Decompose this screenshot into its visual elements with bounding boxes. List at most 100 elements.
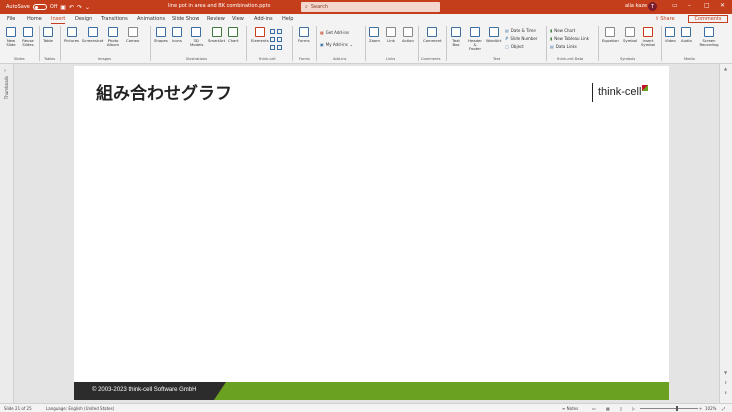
search-box[interactable]: ⌕ Search [301, 2, 440, 12]
date-time-button[interactable]: ▤ Date & Time [505, 28, 536, 33]
share-button[interactable]: ⇪ Share [655, 15, 687, 23]
pictures-button[interactable]: Pictures [64, 27, 79, 43]
think-cell-tool-1[interactable] [270, 29, 282, 34]
zoom-button[interactable]: Zoom [369, 27, 380, 43]
tab-file[interactable]: File [7, 16, 15, 22]
new-chart-button[interactable]: ▮ New Chart [550, 28, 575, 33]
think-cell-tool-3-icon [270, 37, 275, 42]
scroll-down-icon[interactable]: ▼ [724, 370, 727, 375]
slideshow-icon[interactable]: ▷ [632, 406, 635, 411]
minimize-icon[interactable]: – [688, 2, 691, 9]
equation-button[interactable]: Equation [602, 27, 619, 43]
reuse-slides-button[interactable]: Reuse Slides [20, 27, 36, 47]
screenshot-icon [87, 27, 98, 37]
icons-button[interactable]: Icons [172, 27, 182, 43]
symbol-button[interactable]: Symbol [623, 27, 637, 43]
zoom-slider[interactable] [640, 408, 698, 409]
tab-animations[interactable]: Animations [137, 16, 165, 22]
text-box-button[interactable]: Text Box [450, 27, 462, 47]
tab-insert[interactable]: Insert [51, 16, 66, 24]
elements-button[interactable]: Elements [251, 27, 269, 43]
audio-button[interactable]: Audio [681, 27, 692, 43]
wordart-button[interactable]: WordArt [486, 27, 501, 43]
action-button[interactable]: Action [402, 27, 414, 43]
comment-icon [427, 27, 438, 37]
data-links-button[interactable]: ▤ Data Links [550, 44, 577, 49]
header-footer-button[interactable]: Header & Footer [467, 27, 483, 51]
shapes-button[interactable]: Shapes [154, 27, 168, 43]
customize-qat-icon[interactable]: ⌄ [85, 4, 90, 11]
notes-toggle[interactable]: ≡ Notes [562, 406, 578, 411]
redo-icon[interactable]: ↷ [77, 4, 82, 11]
maximize-icon[interactable]: □ [704, 2, 710, 9]
3d-models-button[interactable]: 3D Models [190, 27, 204, 47]
tab-help[interactable]: Help [282, 16, 293, 22]
reading-view-icon[interactable]: ▯ [620, 406, 622, 411]
normal-view-icon[interactable]: ▭ [592, 406, 596, 411]
my-add-ins-button[interactable]: ▣ My Add-ins ⌄ [320, 42, 353, 47]
audio-label: Audio [681, 38, 692, 43]
cameo-button[interactable]: Cameo [126, 27, 139, 43]
new-tableau-link-label: New Tableau Link [554, 36, 589, 41]
object-button[interactable]: ▢ Object [505, 44, 524, 49]
avatar[interactable]: T [648, 2, 657, 11]
forms-label: Forms [298, 38, 310, 43]
footer-green-segment [214, 382, 669, 400]
slide[interactable]: 組み合わせグラフ think-cell © 2003-2023 think-ce… [74, 66, 669, 400]
video-button[interactable]: Video [665, 27, 676, 43]
3d-models-icon [191, 27, 201, 37]
language-status[interactable]: Language: English (United States) [46, 406, 114, 411]
new-slide-button[interactable]: New Slide [4, 27, 18, 47]
header-footer-label: Header & Footer [468, 38, 482, 51]
screenshot-button[interactable]: Screenshot [82, 27, 103, 43]
think-cell-tool-3[interactable] [270, 45, 282, 50]
insert-symbol-button[interactable]: Insert Symbol [641, 27, 655, 47]
object-label: Object [510, 44, 524, 49]
autosave-toggle[interactable] [32, 4, 47, 10]
link-button[interactable]: Link [386, 27, 396, 43]
tab-view[interactable]: View [232, 16, 244, 22]
expand-pane-icon[interactable]: › [4, 68, 6, 74]
user-name[interactable]: alia kaze [625, 3, 647, 9]
undo-icon[interactable]: ↶ [69, 4, 74, 11]
zoom-in-icon[interactable]: + [699, 406, 702, 411]
forms-button[interactable]: Forms [298, 27, 310, 43]
tab-transitions[interactable]: Transitions [101, 16, 128, 22]
icons-label: Icons [172, 38, 182, 43]
fit-slide-icon[interactable]: ⤢ [722, 406, 725, 411]
slide-title[interactable]: 組み合わせグラフ [96, 79, 232, 104]
save-icon[interactable]: ▣ [60, 4, 66, 11]
next-slide-icon[interactable]: ⇟ [724, 390, 727, 395]
tab-design[interactable]: Design [75, 16, 92, 22]
comment-button[interactable]: Comment [423, 27, 442, 43]
cameo-label: Cameo [126, 38, 140, 43]
zoom-level[interactable]: 102% [705, 406, 716, 411]
scroll-up-icon[interactable]: ▲ [724, 66, 727, 71]
tab-review[interactable]: Review [207, 16, 225, 22]
smartart-button[interactable]: SmartArt [208, 27, 225, 43]
3d-models-label: 3D Models [190, 38, 204, 47]
comments-button[interactable]: Comments [688, 15, 728, 23]
thumbnail-pane[interactable]: › Thumbnails [0, 64, 14, 403]
vertical-scrollbar[interactable]: ▲ ▼ ⇞ ⇟ [719, 64, 732, 403]
shapes-label: Shapes [154, 38, 168, 43]
ribbon-display-icon[interactable]: ▭ [672, 2, 678, 9]
tab-slide-show[interactable]: Slide Show [172, 16, 199, 22]
tab-add-ins[interactable]: Add-ins [254, 16, 273, 22]
photo-album-icon [108, 27, 118, 37]
my-add-ins-label: My Add-ins [325, 42, 348, 47]
table-button[interactable]: Table [43, 27, 53, 43]
table-label: Table [43, 38, 53, 43]
close-icon[interactable]: ✕ [720, 2, 725, 9]
previous-slide-icon[interactable]: ⇞ [724, 380, 727, 385]
slide-sorter-icon[interactable]: ▦ [606, 406, 610, 411]
get-add-ins-button[interactable]: ▦ Get Add-ins [320, 30, 349, 35]
think-cell-tool-2[interactable] [270, 37, 282, 42]
slide-number-button[interactable]: # Slide Number [505, 36, 537, 41]
screen-recording-button[interactable]: Screen Recording [698, 27, 720, 47]
tab-home[interactable]: Home [27, 16, 42, 22]
new-tableau-link-button[interactable]: ▮ New Tableau Link [550, 36, 589, 41]
photo-album-button[interactable]: Photo Album [105, 27, 121, 47]
chart-button[interactable]: Chart [228, 27, 238, 43]
zoom-slider-thumb[interactable] [676, 406, 678, 411]
